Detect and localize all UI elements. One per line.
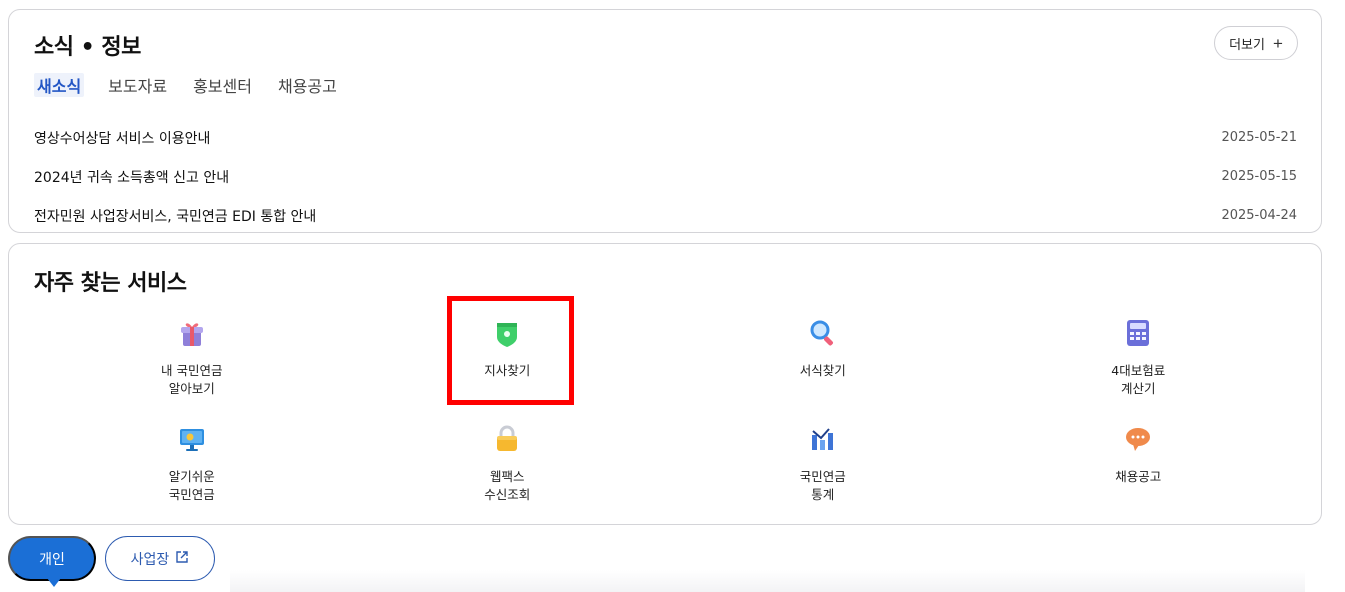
service-pension-statistics[interactable]: 국민연금 통계 [665,410,981,516]
bottom-divider-shade [230,570,1305,592]
news-list: 영상수어상담 서비스 이용안내 2025-05-21 2024년 귀속 소득총액… [34,118,1297,235]
news-item-date: 2025-04-24 [1221,208,1297,223]
external-link-icon [175,550,189,567]
magnifier-icon [806,316,840,350]
tab-new-news[interactable]: 새소식 [34,73,85,97]
news-section-title: 소식 • 정보 [34,35,141,60]
map-pin-icon [490,316,524,350]
speech-bubble-icon [1121,422,1155,456]
chart-icon [806,422,840,456]
service-label: 내 국민연금 알아보기 [161,363,223,396]
news-info-card: 소식 • 정보 더보기 + 새소식 보도자료 홍보센터 채용공고 영상수어상담 … [8,9,1322,233]
frequent-services-card: 자주 찾는 서비스 내 국민연금 알아보기 지사찾기 서식찾기 4대보험료 계산… [8,243,1322,525]
news-tabs: 새소식 보도자료 홍보센터 채용공고 [34,73,339,97]
service-recruitment[interactable]: 채용공고 [981,410,1297,516]
service-label: 알기쉬운 국민연금 [168,469,215,502]
news-list-item[interactable]: 영상수어상담 서비스 이용안내 2025-05-21 [34,118,1297,157]
services-section-title: 자주 찾는 서비스 [34,271,187,296]
more-button-label: 더보기 [1229,36,1265,52]
tab-press-release[interactable]: 보도자료 [106,73,169,97]
gift-icon [175,316,209,350]
service-easy-pension[interactable]: 알기쉬운 국민연금 [34,410,350,516]
service-label: 4대보험료 계산기 [1111,363,1166,396]
news-item-date: 2025-05-15 [1221,169,1297,184]
news-list-item[interactable]: 전자민원 사업장서비스, 국민연금 EDI 통합 안내 2025-04-24 [34,196,1297,235]
plus-icon: + [1272,33,1283,53]
news-item-title: 전자민원 사업장서비스, 국민연금 EDI 통합 안내 [34,208,317,225]
calculator-icon [1121,316,1155,350]
lock-icon [490,422,524,456]
audience-tabs: 개인 사업장 [8,536,215,587]
service-webfax[interactable]: 웹팩스 수신조회 [350,410,666,516]
tab-pr-center[interactable]: 홍보센터 [191,73,254,97]
service-my-pension[interactable]: 내 국민연금 알아보기 [34,304,350,410]
news-list-item[interactable]: 2024년 귀속 소득총액 신고 안내 2025-05-15 [34,157,1297,196]
service-label: 채용공고 [1115,469,1162,484]
service-find-branch[interactable]: 지사찾기 [350,304,666,410]
tab-business[interactable]: 사업장 [105,536,215,581]
monitor-icon [175,422,209,456]
tab-recruitment[interactable]: 채용공고 [276,73,339,97]
service-label: 지사찾기 [484,363,531,378]
tab-business-label: 사업장 [130,550,170,567]
news-item-title: 영상수어상담 서비스 이용안내 [34,130,211,147]
service-insurance-calculator[interactable]: 4대보험료 계산기 [981,304,1297,410]
service-label: 서식찾기 [799,363,846,378]
news-item-date: 2025-05-21 [1221,130,1297,145]
service-find-forms[interactable]: 서식찾기 [665,304,981,410]
news-item-title: 2024년 귀속 소득총액 신고 안내 [34,169,230,186]
services-grid: 내 국민연금 알아보기 지사찾기 서식찾기 4대보험료 계산기 알기쉬운 국민연… [34,304,1296,516]
more-button[interactable]: 더보기 + [1214,26,1298,60]
service-label: 국민연금 통계 [799,469,846,502]
tab-personal[interactable]: 개인 [8,536,96,587]
service-label: 웹팩스 수신조회 [484,469,531,502]
